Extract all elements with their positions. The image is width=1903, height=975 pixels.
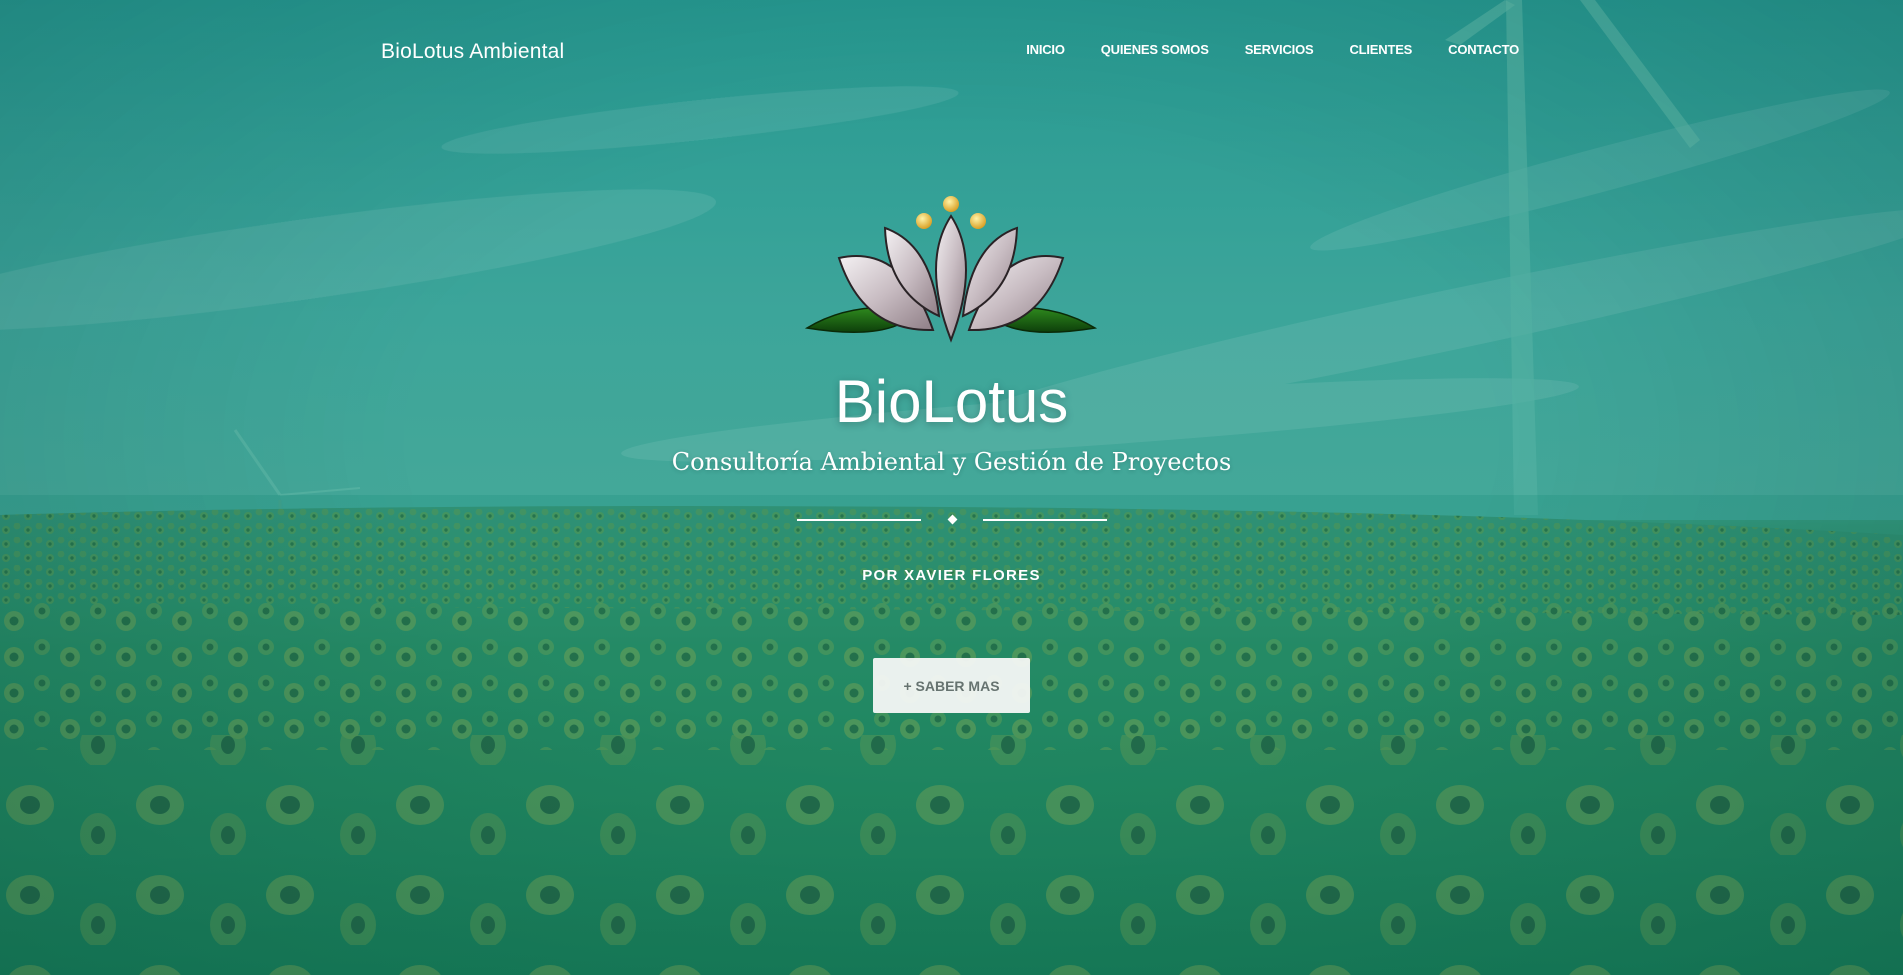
hero-section	[0, 0, 1903, 975]
divider-line-right	[983, 519, 1107, 521]
lotus-flower-icon	[804, 196, 1098, 343]
ornamental-divider	[797, 512, 1107, 528]
hero-title: BioLotus	[834, 368, 1069, 435]
hero-subtitle: Consultoría Ambiental y Gestión de Proye…	[671, 448, 1232, 476]
main-nav: INICIO QUIENES SOMOS SERVICIOS CLIENTES …	[1026, 42, 1519, 57]
author-byline: POR XAVIER FLORES	[862, 567, 1041, 584]
brand-link[interactable]: BioLotus Ambiental	[381, 40, 564, 64]
nav-item-quienes-somos[interactable]: QUIENES SOMOS	[1101, 42, 1209, 57]
saber-mas-button[interactable]: + SABER MAS	[873, 658, 1030, 713]
nav-item-contacto[interactable]: CONTACTO	[1448, 42, 1519, 57]
nav-item-clientes[interactable]: CLIENTES	[1349, 42, 1412, 57]
nav-item-inicio[interactable]: INICIO	[1026, 42, 1065, 57]
divider-line-left	[797, 519, 921, 521]
diamond-icon	[947, 514, 958, 525]
nav-item-servicios[interactable]: SERVICIOS	[1245, 42, 1314, 57]
